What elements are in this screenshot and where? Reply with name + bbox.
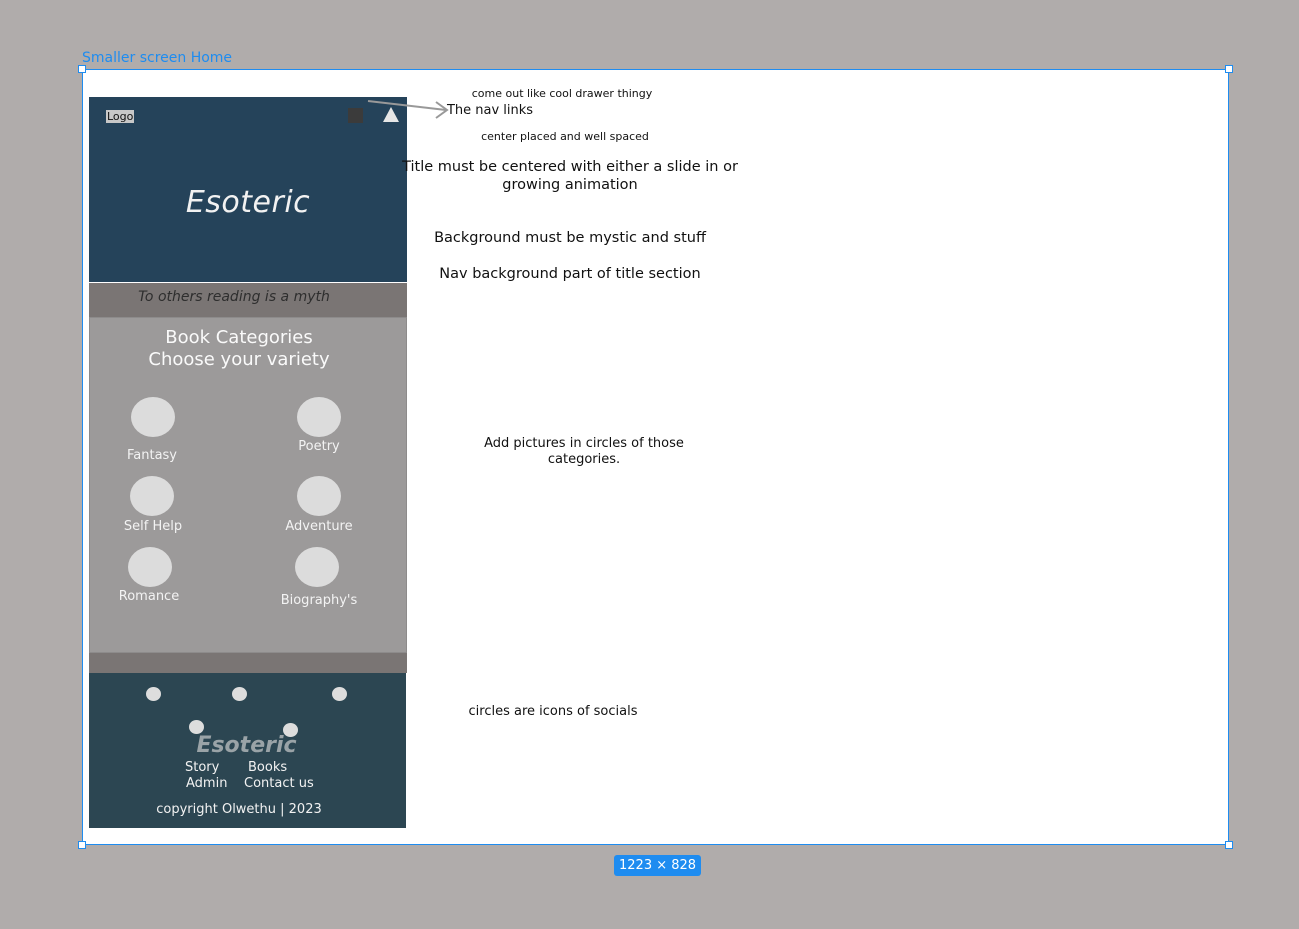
annotation-pictures: Add pictures in circles of those categor… <box>464 436 704 468</box>
annotation-center-placed: center placed and well spaced <box>481 130 649 143</box>
categories-heading-line1: Book Categories <box>165 327 313 348</box>
category-image-adventure[interactable] <box>297 476 341 516</box>
footer-title: Esoteric <box>196 733 297 758</box>
logo[interactable]: Logo <box>106 110 135 123</box>
category-image-self-help[interactable] <box>130 476 174 516</box>
social-icon[interactable] <box>232 687 247 701</box>
category-label-biography[interactable]: Biography's <box>259 593 379 608</box>
tagline: To others reading is a myth <box>138 289 330 305</box>
category-label-fantasy[interactable]: Fantasy <box>92 448 212 463</box>
resize-handle-top-left[interactable] <box>78 65 86 73</box>
divider-bar <box>89 653 407 673</box>
social-icon[interactable] <box>332 687 347 701</box>
dimension-badge: 1223 × 828 <box>614 855 702 876</box>
footer-link-contact-us[interactable]: Contact us <box>244 776 314 791</box>
footer-link-books[interactable]: Books <box>248 760 287 775</box>
annotation-pictures-line2: categories. <box>547 452 621 467</box>
categories-heading: Book Categories Choose your variety <box>89 327 389 371</box>
annotation-socials: circles are icons of socials <box>468 704 638 719</box>
copyright: copyright Olwethu | 2023 <box>156 802 322 817</box>
annotation-title: Title must be centered with either a sli… <box>400 158 740 194</box>
category-label-self-help[interactable]: Self Help <box>93 519 213 534</box>
social-icon[interactable] <box>189 720 204 734</box>
resize-handle-bottom-right[interactable] <box>1225 841 1233 849</box>
resize-handle-top-right[interactable] <box>1225 65 1233 73</box>
frame-label[interactable]: Smaller screen Home <box>82 50 232 66</box>
category-image-biography[interactable] <box>295 547 339 587</box>
category-label-adventure[interactable]: Adventure <box>259 519 379 534</box>
annotation-title-line1: Title must be centered with either a sli… <box>402 159 738 175</box>
annotation-drawer: come out like cool drawer thingy <box>471 87 653 100</box>
category-label-poetry[interactable]: Poetry <box>259 439 379 454</box>
annotation-nav-background: Nav background part of title section <box>439 266 701 282</box>
annotation-nav-links: The nav links <box>446 103 534 118</box>
category-label-romance[interactable]: Romance <box>89 589 209 604</box>
category-image-romance[interactable] <box>128 547 172 587</box>
footer-link-story[interactable]: Story <box>185 760 219 775</box>
footer-link-admin[interactable]: Admin <box>186 776 227 791</box>
annotation-pictures-line1: Add pictures in circles of those <box>484 436 684 451</box>
categories-heading-line2: Choose your variety <box>148 349 330 370</box>
resize-handle-bottom-left[interactable] <box>78 841 86 849</box>
social-icon[interactable] <box>146 687 161 701</box>
annotation-background: Background must be mystic and stuff <box>434 230 706 246</box>
annotation-title-line2: growing animation <box>502 177 638 193</box>
category-image-fantasy[interactable] <box>131 397 175 437</box>
category-image-poetry[interactable] <box>297 397 341 437</box>
site-title: Esoteric <box>185 185 311 220</box>
